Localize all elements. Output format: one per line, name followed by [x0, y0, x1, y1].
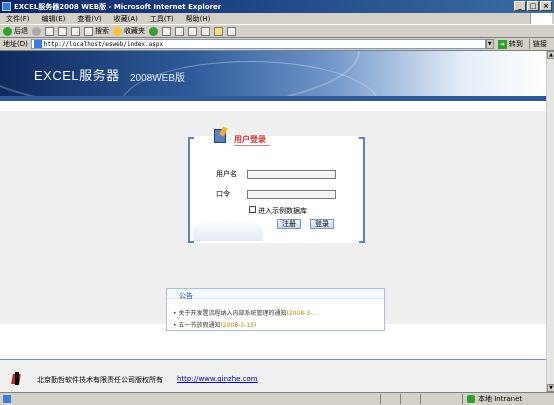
notice-item[interactable]: • 五一节放假通知(2008-3-13): [173, 320, 256, 329]
login-bracket-right: [359, 137, 365, 243]
minimize-button[interactable]: _: [514, 1, 526, 11]
back-arrow-icon: [3, 26, 12, 36]
windows-logo-icon: [530, 13, 552, 24]
history-icon[interactable]: [162, 26, 171, 36]
login-pencil-icon: [214, 129, 226, 143]
stop-icon[interactable]: [45, 26, 54, 36]
page-content: EXCEL服务器 2008WEB版 用户登录 用户名 口令 进入示例数据库 注册…: [0, 51, 546, 392]
maximize-button[interactable]: □: [527, 1, 539, 11]
search-button[interactable]: 搜索: [84, 26, 109, 36]
status-divider: [420, 394, 421, 404]
url-text: http://localhost/esweb/index.aspx: [43, 40, 164, 48]
forward-arrow-icon[interactable]: [32, 26, 41, 36]
back-button[interactable]: 后退: [3, 26, 28, 36]
search-icon: [84, 26, 93, 36]
folder-icon[interactable]: [214, 26, 223, 36]
notice-item-date: (2008-3-...: [286, 310, 318, 317]
browser-toolbar: 后退 搜索 收藏夹: [0, 24, 554, 38]
banner-title: EXCEL服务器: [34, 68, 120, 83]
links-button[interactable]: 链接: [528, 39, 547, 49]
menu-bar: 文件(F) 编辑(E) 查看(V) 收藏(A) 工具(T) 帮助(H): [0, 13, 554, 24]
home-icon[interactable]: [71, 26, 80, 36]
password-label: 口令: [216, 190, 230, 198]
print-icon[interactable]: [188, 26, 197, 36]
intranet-icon: [467, 395, 475, 403]
security-zone[interactable]: 本地 Intranet: [462, 394, 550, 404]
password-input[interactable]: [247, 190, 336, 199]
status-divider: [400, 394, 401, 404]
menu-favorites[interactable]: 收藏(A): [114, 14, 138, 24]
star-icon: [113, 26, 122, 36]
page-footer: 北京勤哲软件技术有限责任公司版权所有 http://www.qinzhe.com: [0, 360, 546, 392]
menu-edit[interactable]: 编辑(E): [42, 14, 66, 24]
login-button[interactable]: 登录: [310, 219, 334, 229]
search-label: 搜索: [95, 27, 109, 35]
address-bar: 地址(D) http://localhost/esweb/index.aspx …: [0, 38, 554, 51]
login-title-underline: [234, 145, 270, 146]
window-title-bar[interactable]: EXCEL服务器2008 WEB版 - Microsoft Internet E…: [0, 0, 554, 13]
scroll-down-button[interactable]: ▼: [547, 384, 554, 392]
menu-file[interactable]: 文件(F): [6, 14, 30, 24]
go-arrow-icon: ➔: [497, 39, 507, 49]
zone-label: 本地 Intranet: [478, 395, 523, 403]
notice-item-text: 关于开发置流程纳入内部系统管理的通知: [178, 310, 287, 317]
address-dropdown-button[interactable]: ▼: [485, 39, 494, 49]
window-title: EXCEL服务器2008 WEB版 - Microsoft Internet E…: [14, 2, 222, 11]
username-input[interactable]: [247, 170, 336, 179]
notice-item-text: 五一节放假通知: [178, 322, 221, 329]
menu-view[interactable]: 查看(V): [77, 14, 101, 24]
refresh-icon[interactable]: [58, 26, 67, 36]
register-button[interactable]: 注册: [277, 219, 301, 229]
window-controls: _ □ ×: [514, 1, 552, 11]
banner-subtitle: 2008WEB版: [130, 73, 186, 84]
media-icon[interactable]: [149, 26, 158, 36]
login-decoration: [193, 219, 263, 241]
header-banner: EXCEL服务器 2008WEB版: [0, 51, 546, 96]
sample-db-label: 进入示例数据库: [258, 207, 307, 215]
go-button[interactable]: ➔ 转到: [497, 39, 523, 49]
notice-title: 公告: [179, 292, 193, 300]
notice-item[interactable]: • 关于开发置流程纳入内部系统管理的通知(2008-3-...: [173, 308, 318, 317]
username-label: 用户名: [216, 170, 237, 178]
back-label: 后退: [14, 27, 28, 35]
menu-tools[interactable]: 工具(T): [150, 14, 174, 24]
status-bar: 本地 Intranet: [0, 392, 554, 405]
company-website-link[interactable]: http://www.qinzhe.com: [177, 375, 258, 383]
banner-stripe: [0, 96, 546, 101]
status-divider: [380, 394, 381, 404]
login-title: 用户登录: [234, 135, 266, 144]
menu-help[interactable]: 帮助(H): [186, 14, 211, 24]
copyright-text: 北京勤哲软件技术有限责任公司版权所有: [37, 376, 163, 384]
logo-black-shape: [15, 372, 19, 385]
notice-item-date: (2008-3-13): [220, 322, 257, 329]
close-button[interactable]: ×: [540, 1, 552, 11]
login-bracket-left: [188, 137, 194, 243]
mail-icon[interactable]: [175, 26, 184, 36]
favorites-button[interactable]: 收藏夹: [113, 26, 145, 36]
notice-header: 公告: [167, 289, 384, 300]
company-logo: [11, 372, 22, 385]
address-label: 地址(D): [3, 40, 28, 48]
vertical-scrollbar[interactable]: ▲ ▼: [546, 51, 554, 392]
edit-icon[interactable]: [201, 26, 210, 36]
sample-db-checkbox[interactable]: [249, 206, 256, 213]
notice-panel: 公告 • 关于开发置流程纳入内部系统管理的通知(2008-3-... • 五一节…: [166, 288, 385, 331]
scroll-up-button[interactable]: ▲: [547, 51, 554, 59]
go-label: 转到: [508, 40, 523, 48]
messenger-icon[interactable]: [227, 26, 236, 36]
url-input[interactable]: http://localhost/esweb/index.aspx: [30, 39, 486, 49]
favorites-label: 收藏夹: [124, 27, 145, 35]
ie-icon: [2, 2, 11, 11]
page-status-icon: [3, 395, 11, 403]
page-icon: [33, 40, 42, 48]
